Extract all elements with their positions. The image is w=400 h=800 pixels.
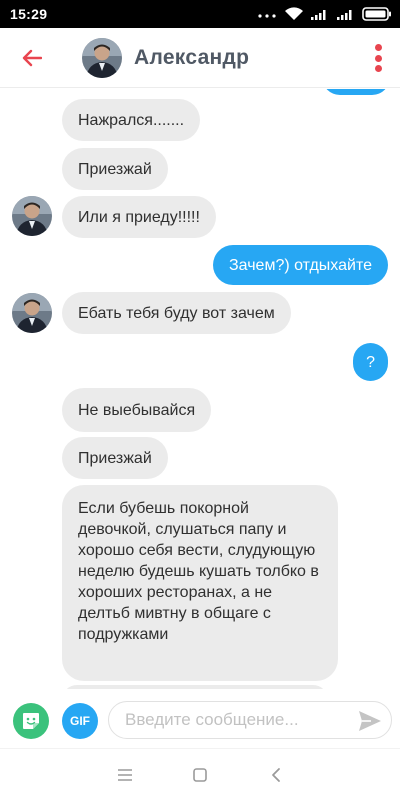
sender-avatar[interactable] [12, 293, 52, 333]
signal-icon [311, 10, 326, 20]
send-icon [359, 711, 381, 731]
system-back-button[interactable] [264, 763, 288, 787]
message-text: Или я приеду!!!!! [78, 208, 200, 226]
signal-icon-2 [337, 10, 352, 20]
contact-avatar[interactable] [82, 37, 122, 78]
avatar-photo-icon [82, 37, 122, 78]
status-time: 15:29 [10, 6, 48, 22]
avatar-photo-icon [12, 293, 52, 333]
incoming-message: Нажрался....... [62, 99, 201, 141]
incoming-message: Если бубешь покорной девочкой, слушаться… [62, 485, 338, 681]
message-input[interactable] [125, 702, 355, 738]
incoming-message: Не выебывайся [62, 388, 212, 432]
status-bar: 15:29 [0, 0, 400, 28]
incoming-message: Ебать тебя буду вот зачем [62, 292, 291, 334]
more-options-button[interactable] [368, 42, 388, 74]
outgoing-message-partial [322, 89, 390, 95]
back-button[interactable] [0, 28, 64, 88]
message-list[interactable]: Нажрался....... Приезжай Или я приеду!!!… [0, 89, 400, 689]
status-icons [256, 7, 392, 21]
contact-name[interactable]: Александр [134, 46, 249, 70]
message-composer: GIF [0, 697, 400, 743]
message-text: Приезжай [78, 449, 152, 467]
more-vertical-icon-dot [374, 44, 382, 51]
send-button[interactable] [357, 708, 383, 734]
battery-icon [362, 7, 391, 21]
message-text: Ебать тебя буду вот зачем [78, 304, 275, 322]
outgoing-message: ? [353, 343, 388, 381]
message-text: Нажрался....... [78, 111, 185, 129]
more-vertical-icon-dot [374, 65, 382, 72]
wifi-icon [285, 7, 303, 21]
message-text: Приезжай [78, 160, 152, 178]
system-navigation-bar [0, 748, 400, 800]
incoming-message: Или я приеду!!!!! [62, 196, 216, 238]
message-text: ? [366, 353, 375, 371]
sticker-icon [23, 713, 39, 729]
back-arrow-icon [22, 49, 42, 66]
incoming-message: Приезжай [62, 437, 168, 479]
chat-header: Александр [0, 28, 400, 88]
message-text: Если бубешь покорной девочкой, слушаться… [78, 500, 319, 643]
avatar-photo-icon [12, 196, 52, 236]
recent-apps-button[interactable] [113, 763, 137, 787]
more-vertical-icon-dot [374, 54, 382, 62]
gif-button[interactable]: GIF [62, 703, 98, 739]
incoming-message: Приезжай [62, 148, 168, 190]
outgoing-message: Зачем?) отдыхайте [213, 245, 388, 285]
menu-lines-icon [118, 769, 132, 781]
message-input-box[interactable] [108, 701, 392, 739]
sticker-button[interactable] [13, 703, 49, 739]
incoming-message-partial [62, 685, 328, 689]
home-square-icon [193, 768, 207, 782]
back-chevron-icon [272, 768, 280, 782]
home-button[interactable] [188, 763, 212, 787]
message-text: Зачем?) отдыхайте [229, 256, 372, 274]
notification-dots-icon [258, 14, 276, 18]
sender-avatar[interactable] [12, 196, 52, 236]
message-text: Не выебывайся [78, 401, 196, 419]
